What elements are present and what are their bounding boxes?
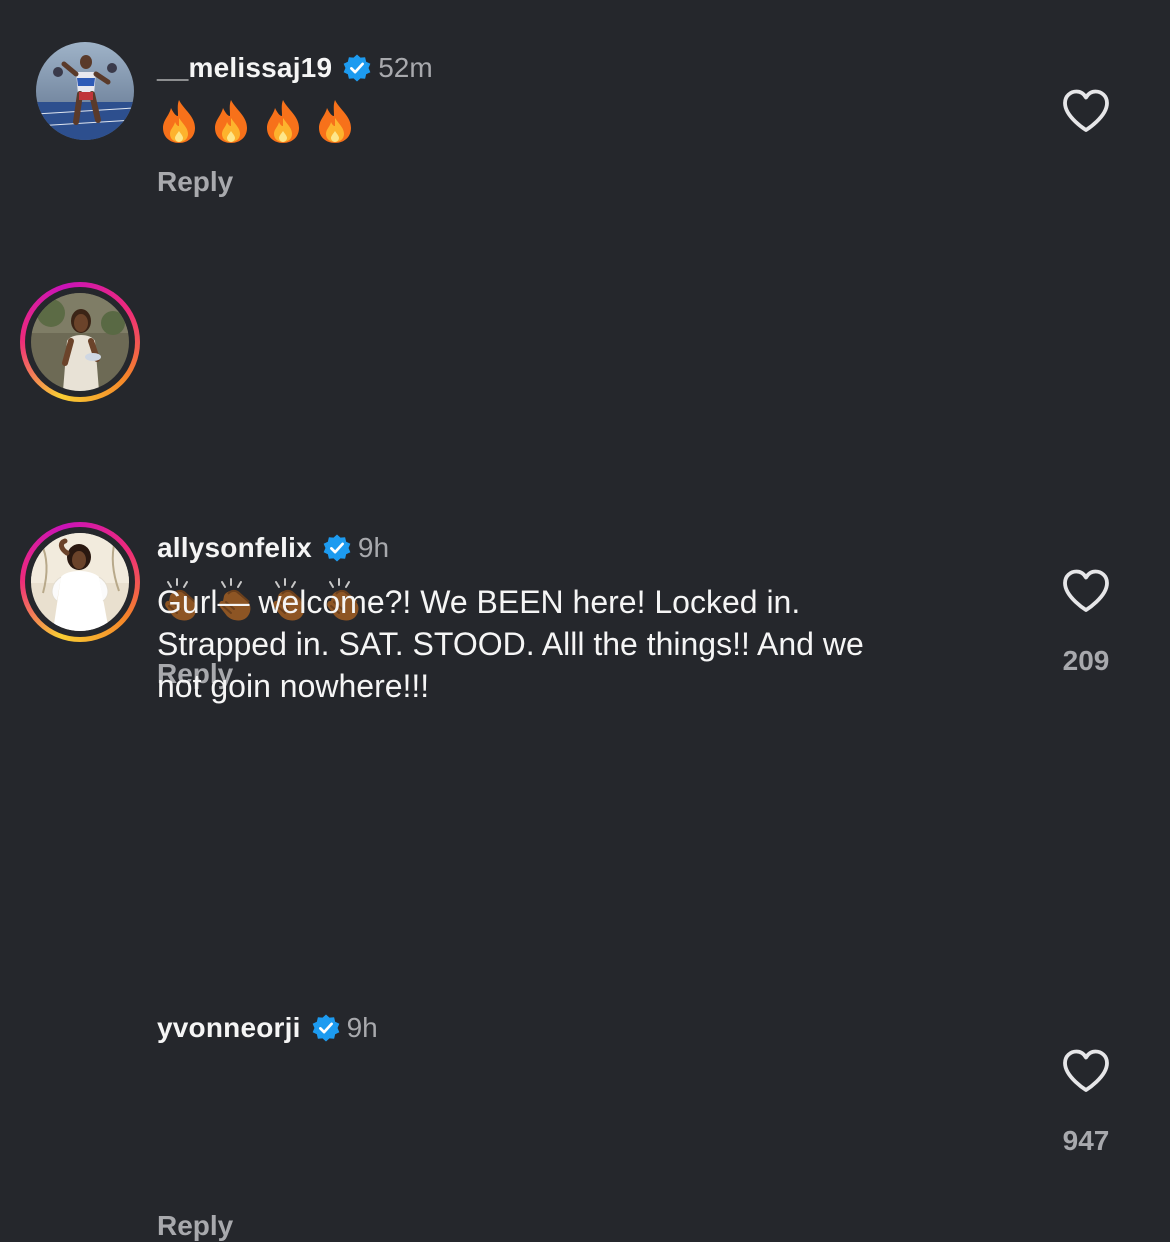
- reply-button[interactable]: Reply: [157, 166, 233, 198]
- fire-emoji-icon: [267, 100, 299, 143]
- reply-button[interactable]: Reply: [157, 1210, 233, 1242]
- woman-white-dress-photo-icon: [31, 533, 129, 631]
- heart-icon[interactable]: [1061, 88, 1111, 134]
- verified-badge-icon: [323, 534, 351, 562]
- timestamp: 52m: [378, 52, 433, 83]
- emoji-row: [160, 98, 354, 144]
- username[interactable]: __melissaj19: [157, 52, 332, 84]
- verified-badge-icon: [343, 54, 371, 82]
- avatar[interactable]: [36, 42, 134, 140]
- heart-icon[interactable]: [1061, 568, 1111, 614]
- heart-icon[interactable]: [1061, 1048, 1111, 1094]
- avatar[interactable]: [20, 282, 140, 402]
- like-count[interactable]: 947: [1041, 1125, 1131, 1157]
- verified-badge-icon: [312, 1014, 339, 1042]
- like-count[interactable]: 209: [1041, 645, 1131, 677]
- timestamp: 9h: [357, 532, 390, 563]
- timestamp: 9h: [346, 1012, 378, 1043]
- woman-photo-icon: [31, 293, 129, 391]
- username[interactable]: yvonneorji: [157, 1012, 301, 1044]
- comment-text: Gurl— welcome?! We BEEN here! Locked in.…: [157, 584, 864, 704]
- sprinter-photo-icon: [36, 42, 134, 140]
- username[interactable]: allysonfelix: [157, 532, 312, 564]
- fire-emoji-icon: [319, 100, 351, 143]
- fire-emoji-icon: [215, 100, 247, 143]
- fire-emoji-icon: [163, 100, 195, 143]
- avatar[interactable]: [20, 522, 140, 642]
